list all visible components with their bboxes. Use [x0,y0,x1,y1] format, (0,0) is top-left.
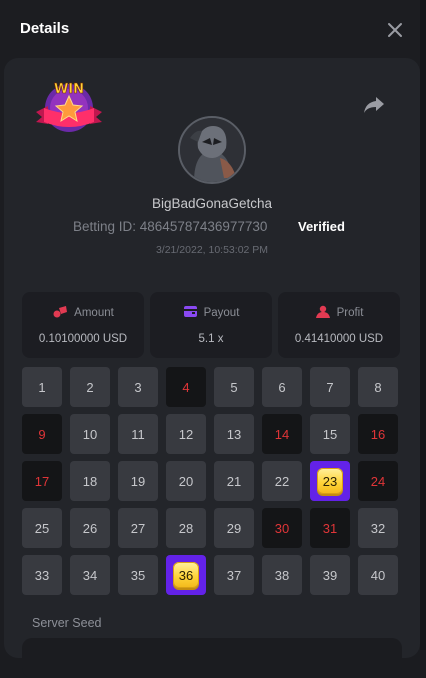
number-tile-27[interactable]: 27 [118,508,158,548]
number-grid: 1 2 3 4 5 6 7 8 9 10 11 12 13 14 15 16 17 18 19 20 21 22 23 24 2… [22,367,402,603]
coins-icon [53,306,68,318]
number-tile-32[interactable]: 32 [358,508,398,548]
bet-timestamp: 3/21/2022, 10:53:02 PM [155,244,269,256]
number-tile-13[interactable]: 13 [214,414,254,454]
number-tile-16[interactable]: 16 [358,414,398,454]
page-edge [420,0,426,650]
number-tile-3[interactable]: 3 [118,367,158,407]
payout-label: Payout [203,307,240,319]
number-tile-34[interactable]: 34 [70,555,110,595]
number-tile-8[interactable]: 8 [358,367,398,407]
number-tile-5[interactable]: 5 [214,367,254,407]
wallet-icon [183,306,197,317]
number-tile-20[interactable]: 20 [166,461,206,501]
gem-icon: 36 [173,562,199,588]
number-tile-30[interactable]: 30 [262,508,302,548]
number-tile-12[interactable]: 12 [166,414,206,454]
amount-label: Amount [74,307,114,319]
close-icon[interactable] [385,20,405,40]
profit-icon [315,305,330,318]
details-card: WIN BigBadGonaGetcha Betting ID: 4864578… [4,58,420,678]
number-tile-36[interactable]: 36 [166,555,206,595]
number-tile-6[interactable]: 6 [262,367,302,407]
number-tile-25[interactable]: 25 [22,508,62,548]
betting-info: Betting ID: 48645787436977730 Verified [4,219,420,237]
amount-stat: Amount 0.10100000 USD [22,292,144,358]
profit-value: 0.41410000 USD [294,333,384,345]
number-tile-23[interactable]: 23 [310,461,350,501]
details-modal: Details WIN BigBadGonaGetcha Betting ID:… [0,0,426,678]
profit-label: Profit [336,307,364,319]
payout-stat: Payout 5.1 x [150,292,272,358]
number-tile-31[interactable]: 31 [310,508,350,548]
number-tile-24[interactable]: 24 [358,461,398,501]
number-tile-39[interactable]: 39 [310,555,350,595]
number-tile-37[interactable]: 37 [214,555,254,595]
number-tile-7[interactable]: 7 [310,367,350,407]
verified-badge: Verified [298,219,345,234]
number-tile-40[interactable]: 40 [358,555,398,595]
amount-value: 0.10100000 USD [38,333,128,345]
number-tile-38[interactable]: 38 [262,555,302,595]
number-tile-10[interactable]: 10 [70,414,110,454]
win-badge-icon: WIN [34,78,104,134]
number-tile-35[interactable]: 35 [118,555,158,595]
payout-value: 5.1 x [198,333,224,345]
username: BigBadGonaGetcha [151,196,273,211]
avatar [178,116,246,184]
server-seed-field[interactable] [22,638,402,678]
number-tile-17[interactable]: 17 [22,461,62,501]
number-tile-15[interactable]: 15 [310,414,350,454]
number-tile-14[interactable]: 14 [262,414,302,454]
profit-stat: Profit 0.41410000 USD [278,292,400,358]
number-tile-22[interactable]: 22 [262,461,302,501]
number-tile-9[interactable]: 9 [22,414,62,454]
number-tile-19[interactable]: 19 [118,461,158,501]
number-tile-26[interactable]: 26 [70,508,110,548]
win-badge-text: WIN [54,82,84,97]
number-tile-29[interactable]: 29 [214,508,254,548]
number-tile-4[interactable]: 4 [166,367,206,407]
number-tile-18[interactable]: 18 [70,461,110,501]
number-tile-11[interactable]: 11 [118,414,158,454]
share-icon[interactable] [362,95,386,115]
number-tile-28[interactable]: 28 [166,508,206,548]
number-tile-2[interactable]: 2 [70,367,110,407]
modal-header: Details [0,0,426,58]
number-tile-21[interactable]: 21 [214,461,254,501]
number-tile-1[interactable]: 1 [22,367,62,407]
number-tile-33[interactable]: 33 [22,555,62,595]
gem-icon: 23 [317,468,343,494]
server-seed-label: Server Seed [32,616,102,630]
betting-id: Betting ID: 48645787436977730 [73,219,268,234]
modal-title: Details [20,20,70,37]
